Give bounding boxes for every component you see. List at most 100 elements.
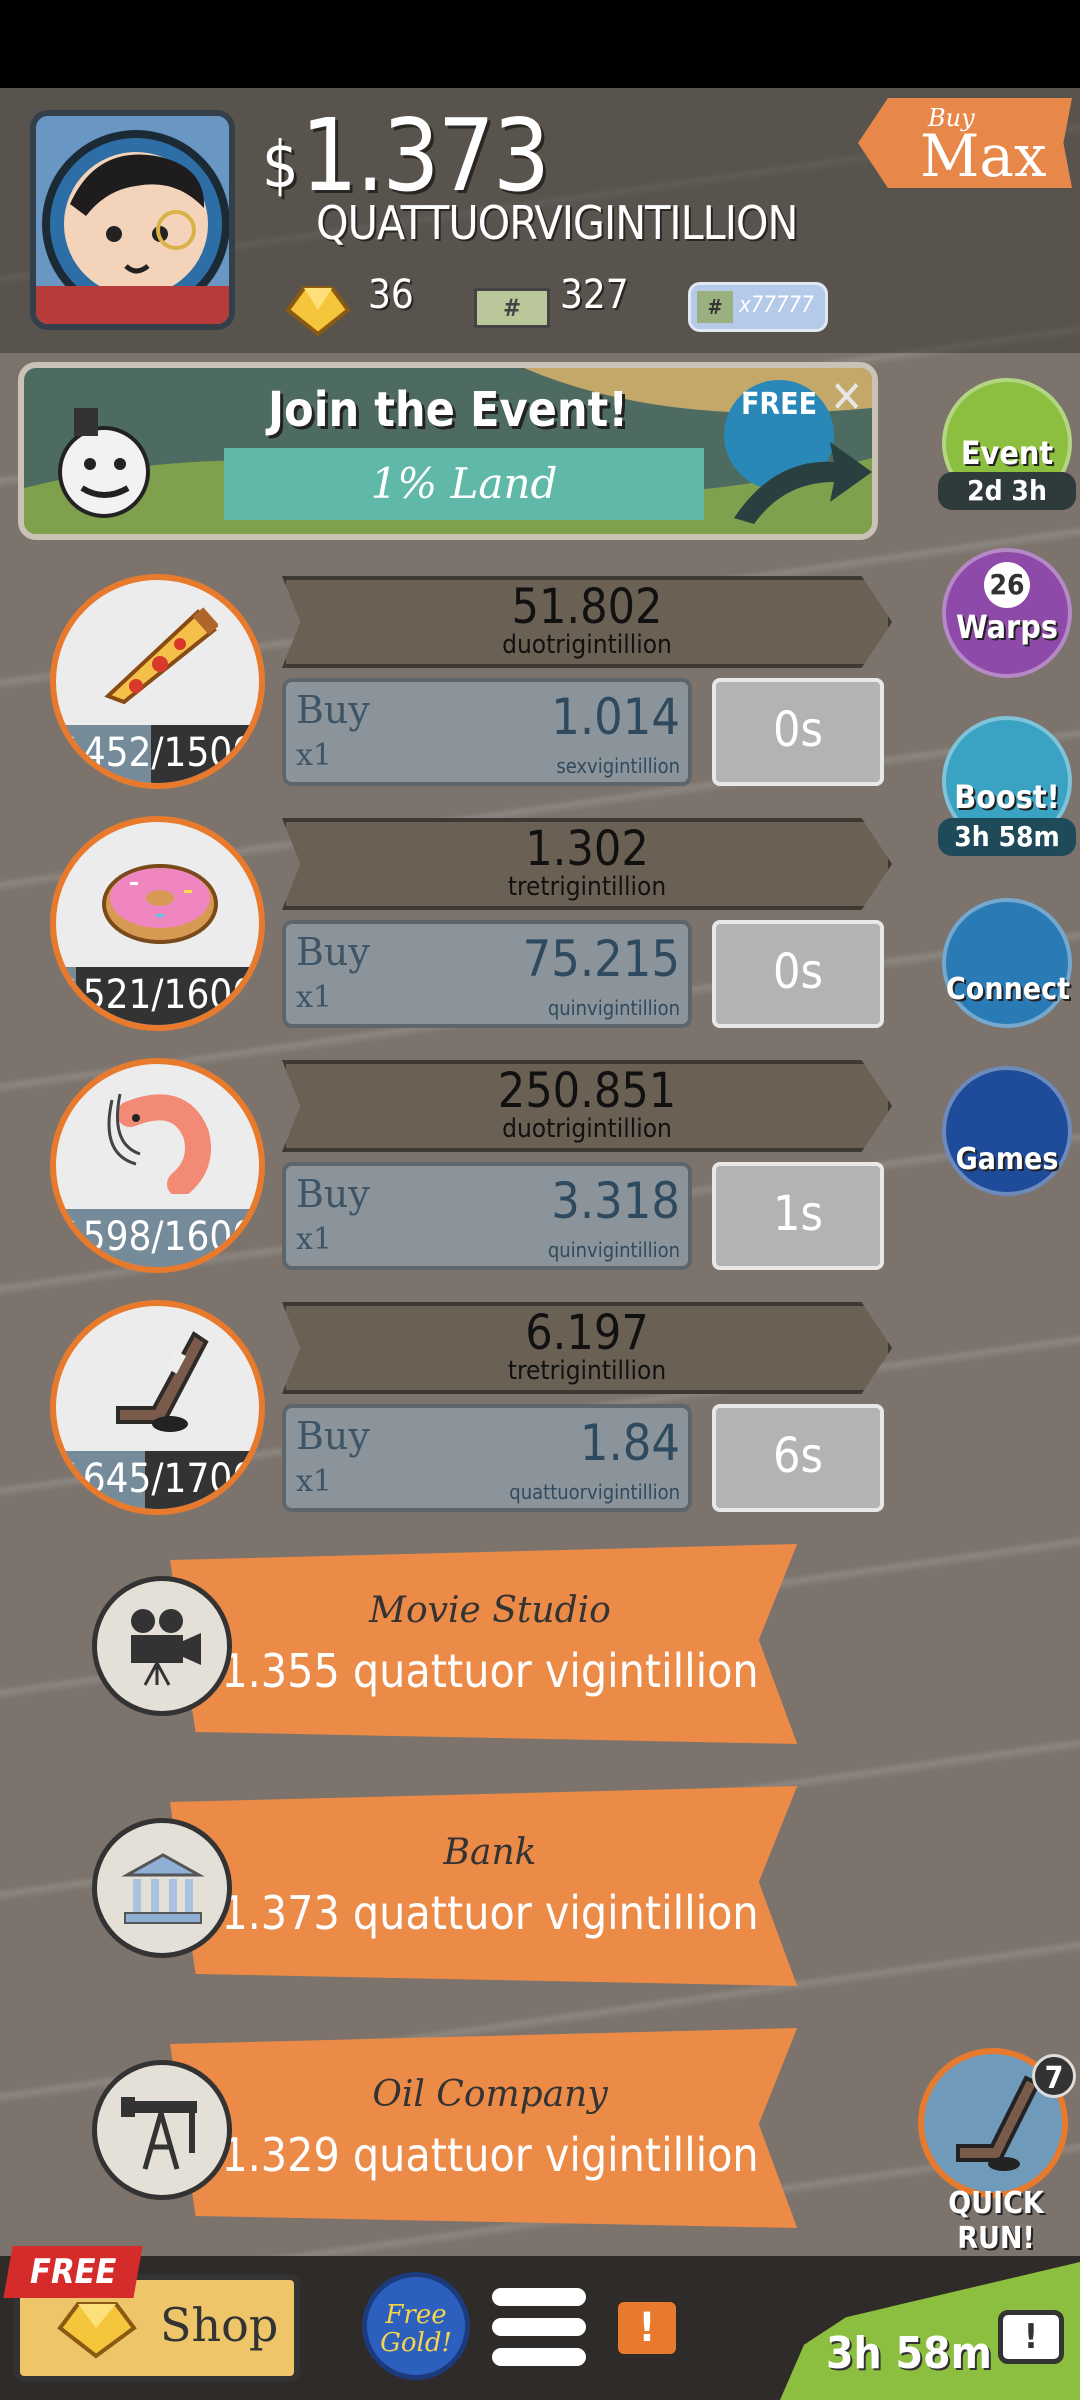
boost-label: Boost! — [954, 778, 1060, 816]
ticket-text: x77777 — [739, 293, 814, 318]
buy-cost: 1.84 — [579, 1414, 680, 1472]
buy-label: Buy — [296, 1414, 370, 1458]
buy-max-label: Max — [920, 122, 1047, 190]
revenue-bar[interactable]: 1.302 tretrigintillion — [282, 818, 892, 910]
event-subtitle: 1% Land — [224, 448, 704, 520]
money-display: $1.373 — [262, 106, 550, 206]
unlock-name: Oil Company — [372, 2074, 608, 2115]
shop-label: Shop — [160, 2298, 279, 2352]
unlock-name: Bank — [443, 1832, 537, 1873]
revenue-value: 6.197 — [525, 1305, 649, 1361]
buy-label: Buy — [296, 930, 370, 974]
cycle-timer: 1s — [712, 1162, 884, 1270]
revenue-value: 51.802 — [511, 579, 663, 635]
player-avatar[interactable] — [30, 110, 235, 330]
hockey-icon — [116, 1331, 209, 1432]
buy-cost-unit: quinvigintillion — [547, 1238, 680, 1262]
gold-bar-icon — [57, 2302, 137, 2359]
revenue-unit: duotrigintillion — [502, 630, 672, 660]
business-count: 1598/1600 — [59, 1214, 256, 1260]
connect-button[interactable]: Connect — [942, 898, 1072, 1028]
gold-icon — [285, 286, 351, 337]
business-pizza[interactable]: 1452/1500 — [50, 574, 265, 789]
oil-pump-icon — [121, 2097, 197, 2170]
business-donut[interactable]: 1521/1600 — [50, 816, 265, 1031]
buy-max-button[interactable]: Buy Max — [858, 98, 1072, 188]
business-count: 1521/1600 — [59, 972, 256, 1018]
oil-company-badge — [92, 2060, 232, 2200]
hockey-stick-icon — [956, 2075, 1041, 2171]
buy-multiplier: x1 — [296, 1222, 333, 1257]
buy-label: Buy — [296, 1172, 370, 1216]
free-label: FREE — [740, 387, 818, 422]
cycle-timer: 6s — [712, 1404, 884, 1512]
warps-label: Warps — [956, 608, 1058, 646]
ticket-icon: # — [697, 291, 733, 323]
close-event-button[interactable]: ✕ — [830, 372, 863, 423]
cycle-timer: 0s — [712, 920, 884, 1028]
free-gold-button[interactable]: Free Gold! — [362, 2272, 470, 2380]
donut-icon — [102, 864, 218, 944]
mega-bucks-count: 327 — [560, 272, 629, 318]
alert-icon[interactable]: ! — [618, 2302, 676, 2354]
connect-label: Connect — [946, 972, 1070, 1007]
buy-multiplier: x1 — [296, 980, 333, 1015]
revenue-unit: duotrigintillion — [502, 1114, 672, 1144]
quick-run-badge: 7 — [1032, 2054, 1076, 2098]
buy-button[interactable]: Buy x1 75.215 quinvigintillion — [282, 920, 692, 1028]
mega-bucks-icon: # — [474, 288, 550, 328]
buy-cost: 75.215 — [522, 930, 680, 988]
buy-cost-unit: quattuorvigintillion — [509, 1480, 680, 1504]
revenue-bar[interactable]: 250.851 duotrigintillion — [282, 1060, 892, 1152]
quick-run-label: QUICK RUN! — [948, 2186, 1044, 2256]
boost-timer: 3h 58m — [938, 818, 1076, 856]
revenue-value: 1.302 — [525, 821, 649, 877]
games-button[interactable]: Games — [942, 1066, 1072, 1196]
money-unit: QUATTUORVIGINTILLION — [316, 196, 798, 250]
business-shrimp[interactable]: 1598/1600 — [50, 1058, 265, 1273]
buy-cost-unit: sexvigintillion — [556, 754, 680, 778]
currency-symbol: $ — [262, 129, 299, 203]
pizza-icon — [104, 607, 218, 705]
buy-cost: 3.318 — [551, 1172, 680, 1230]
ticket-item[interactable]: # x77777 — [688, 282, 828, 332]
event-timer: 2d 3h — [938, 472, 1076, 510]
shrimp-icon — [107, 1093, 211, 1194]
unlock-value: 1.329 quattuor vigintillion — [221, 2128, 759, 2182]
bank-badge — [92, 1818, 232, 1958]
warps-count: 26 — [984, 562, 1030, 608]
cycle-timer: 0s — [712, 678, 884, 786]
business-count-bar: 1521/1600 — [56, 967, 259, 1025]
buy-button[interactable]: Buy x1 1.014 sexvigintillion — [282, 678, 692, 786]
buy-cost: 1.014 — [551, 688, 680, 746]
event-arrow-icon — [734, 442, 872, 524]
buy-button[interactable]: Buy x1 3.318 quinvigintillion — [282, 1162, 692, 1270]
status-bar — [0, 0, 1080, 88]
business-count-bar: 1452/1500 — [56, 725, 259, 783]
revenue-bar[interactable]: 6.197 tretrigintillion — [282, 1302, 892, 1394]
tv-icon[interactable]: ! — [998, 2310, 1064, 2364]
buy-button[interactable]: Buy x1 1.84 quattuorvigintillion — [282, 1404, 692, 1512]
warps-button[interactable]: 26 Warps — [942, 548, 1072, 678]
bank-icon — [121, 1853, 205, 1924]
revenue-unit: tretrigintillion — [507, 872, 667, 902]
business-count: 1645/1700 — [59, 1456, 256, 1502]
revenue-bar[interactable]: 51.802 duotrigintillion — [282, 576, 892, 668]
movie-studio-badge — [92, 1576, 232, 1716]
menu-icon[interactable] — [492, 2288, 586, 2368]
business-count: 1452/1500 — [59, 730, 256, 776]
revenue-value: 250.851 — [497, 1063, 677, 1119]
free-tag: FREE — [3, 2246, 143, 2298]
movie-camera-icon — [131, 1609, 201, 1686]
buy-multiplier: x1 — [296, 1464, 333, 1499]
games-label: Games — [955, 1142, 1059, 1177]
event-banner[interactable]: Join the Event! 1% Land FREE — [18, 362, 878, 540]
business-hockey[interactable]: 1645/1700 — [50, 1300, 265, 1515]
business-count-bar: 1598/1600 — [56, 1209, 259, 1267]
revenue-unit: tretrigintillion — [507, 1356, 667, 1386]
astronaut-portrait-icon — [36, 116, 229, 324]
buy-multiplier: x1 — [296, 738, 333, 773]
gold-count: 36 — [368, 272, 414, 318]
buy-cost-unit: quinvigintillion — [547, 996, 680, 1020]
unlock-name: Movie Studio — [369, 1590, 611, 1631]
